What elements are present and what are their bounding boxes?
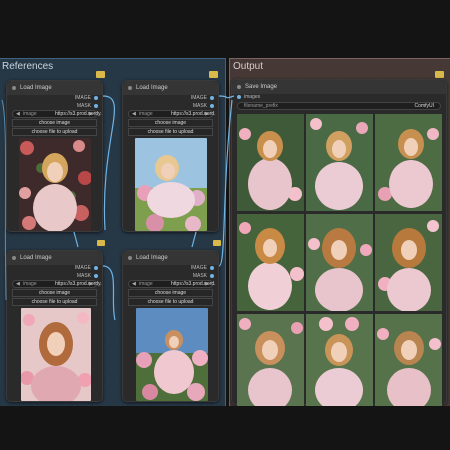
node-badge-icon[interactable] bbox=[213, 240, 221, 246]
save-image-node[interactable]: Save Image images filename_prefix ComfyU… bbox=[231, 79, 447, 411]
arrow-left-icon[interactable]: ◀ bbox=[16, 281, 20, 287]
collapse-dot-icon[interactable] bbox=[128, 86, 132, 90]
output-port-image[interactable]: IMAGE bbox=[75, 95, 98, 101]
output-port-image[interactable]: IMAGE bbox=[75, 265, 98, 271]
load-image-node-2[interactable]: Load Image IMAGE MASK ◀ image https://s3… bbox=[122, 80, 219, 232]
arrow-right-icon[interactable]: ▶ bbox=[205, 111, 209, 117]
choose-image-button[interactable]: choose image bbox=[12, 289, 97, 297]
image-preview bbox=[136, 308, 208, 401]
arrow-right-icon[interactable]: ▶ bbox=[89, 111, 93, 117]
image-combo-widget[interactable]: ◀ image https://s3.prod.nordy. ▶ bbox=[12, 110, 102, 118]
output-gallery bbox=[237, 114, 443, 411]
group-settings-icon[interactable] bbox=[435, 71, 444, 78]
upload-file-button[interactable]: choose file to upload bbox=[12, 128, 97, 136]
upload-file-button[interactable]: choose file to upload bbox=[12, 298, 97, 306]
choose-image-button[interactable]: choose image bbox=[12, 119, 97, 127]
filename-prefix-field[interactable]: filename_prefix ComfyUI bbox=[237, 102, 441, 110]
group-settings-icon[interactable] bbox=[209, 71, 218, 78]
group-title-output: Output bbox=[233, 61, 264, 72]
load-image-node-3[interactable]: Load Image IMAGE MASK ◀ image https://s3… bbox=[6, 250, 103, 402]
node-title: Load Image bbox=[20, 85, 52, 91]
node-header[interactable]: Load Image bbox=[7, 81, 102, 95]
node-header[interactable]: Load Image bbox=[123, 81, 218, 95]
image-combo-widget[interactable]: ◀ image https://s3.prod.nord. ▶ bbox=[128, 280, 215, 288]
arrow-left-icon[interactable]: ◀ bbox=[16, 111, 20, 117]
image-combo-widget[interactable]: ◀ image https://s3.prod.nord. ▶ bbox=[128, 110, 215, 118]
output-port-image[interactable]: IMAGE bbox=[191, 95, 214, 101]
group-title-references: References bbox=[2, 61, 54, 72]
collapse-dot-icon[interactable] bbox=[12, 256, 16, 260]
load-image-node-4[interactable]: Load Image IMAGE MASK ◀ image https://s3… bbox=[122, 250, 219, 402]
image-preview bbox=[21, 308, 91, 401]
arrow-right-icon[interactable]: ▶ bbox=[89, 281, 93, 287]
node-title: Load Image bbox=[136, 85, 168, 91]
gallery-image[interactable] bbox=[306, 114, 373, 211]
output-port-mask[interactable]: MASK bbox=[77, 103, 98, 109]
collapse-dot-icon[interactable] bbox=[128, 256, 132, 260]
image-combo-widget[interactable]: ◀ image https://s3.prod.nordy. ▶ bbox=[12, 280, 102, 288]
choose-image-button[interactable]: choose image bbox=[128, 119, 213, 127]
image-preview bbox=[19, 138, 91, 231]
image-preview bbox=[135, 138, 207, 231]
output-port-image[interactable]: IMAGE bbox=[191, 265, 214, 271]
choose-image-button[interactable]: choose image bbox=[128, 289, 213, 297]
upload-file-button[interactable]: choose file to upload bbox=[128, 128, 213, 136]
arrow-left-icon[interactable]: ◀ bbox=[132, 111, 136, 117]
arrow-right-icon[interactable]: ▶ bbox=[205, 281, 209, 287]
node-header[interactable]: Save Image bbox=[232, 80, 446, 94]
group-settings-icon[interactable] bbox=[96, 71, 105, 78]
node-title: Load Image bbox=[136, 255, 168, 261]
input-port-images[interactable]: images bbox=[237, 94, 260, 100]
gallery-image[interactable] bbox=[237, 314, 304, 411]
node-title: Save Image bbox=[245, 84, 278, 90]
collapse-dot-icon[interactable] bbox=[237, 85, 241, 89]
bottom-bar bbox=[0, 406, 450, 450]
output-port-mask[interactable]: MASK bbox=[77, 273, 98, 279]
gallery-image[interactable] bbox=[237, 114, 304, 211]
upload-file-button[interactable]: choose file to upload bbox=[128, 298, 213, 306]
load-image-node-1[interactable]: Load Image IMAGE MASK ◀ image https://s3… bbox=[6, 80, 103, 232]
node-badge-icon[interactable] bbox=[97, 240, 105, 246]
node-title: Load Image bbox=[20, 255, 52, 261]
collapse-dot-icon[interactable] bbox=[12, 86, 16, 90]
gallery-image[interactable] bbox=[375, 314, 442, 411]
gallery-image[interactable] bbox=[375, 114, 442, 211]
gallery-image[interactable] bbox=[375, 214, 442, 311]
top-bar bbox=[0, 0, 450, 56]
output-port-mask[interactable]: MASK bbox=[193, 103, 214, 109]
arrow-left-icon[interactable]: ◀ bbox=[132, 281, 136, 287]
gallery-image[interactable] bbox=[306, 314, 373, 411]
output-port-mask[interactable]: MASK bbox=[193, 273, 214, 279]
node-header[interactable]: Load Image bbox=[7, 251, 102, 265]
gallery-image[interactable] bbox=[237, 214, 304, 311]
gallery-image[interactable] bbox=[306, 214, 373, 311]
node-header[interactable]: Load Image bbox=[123, 251, 218, 265]
